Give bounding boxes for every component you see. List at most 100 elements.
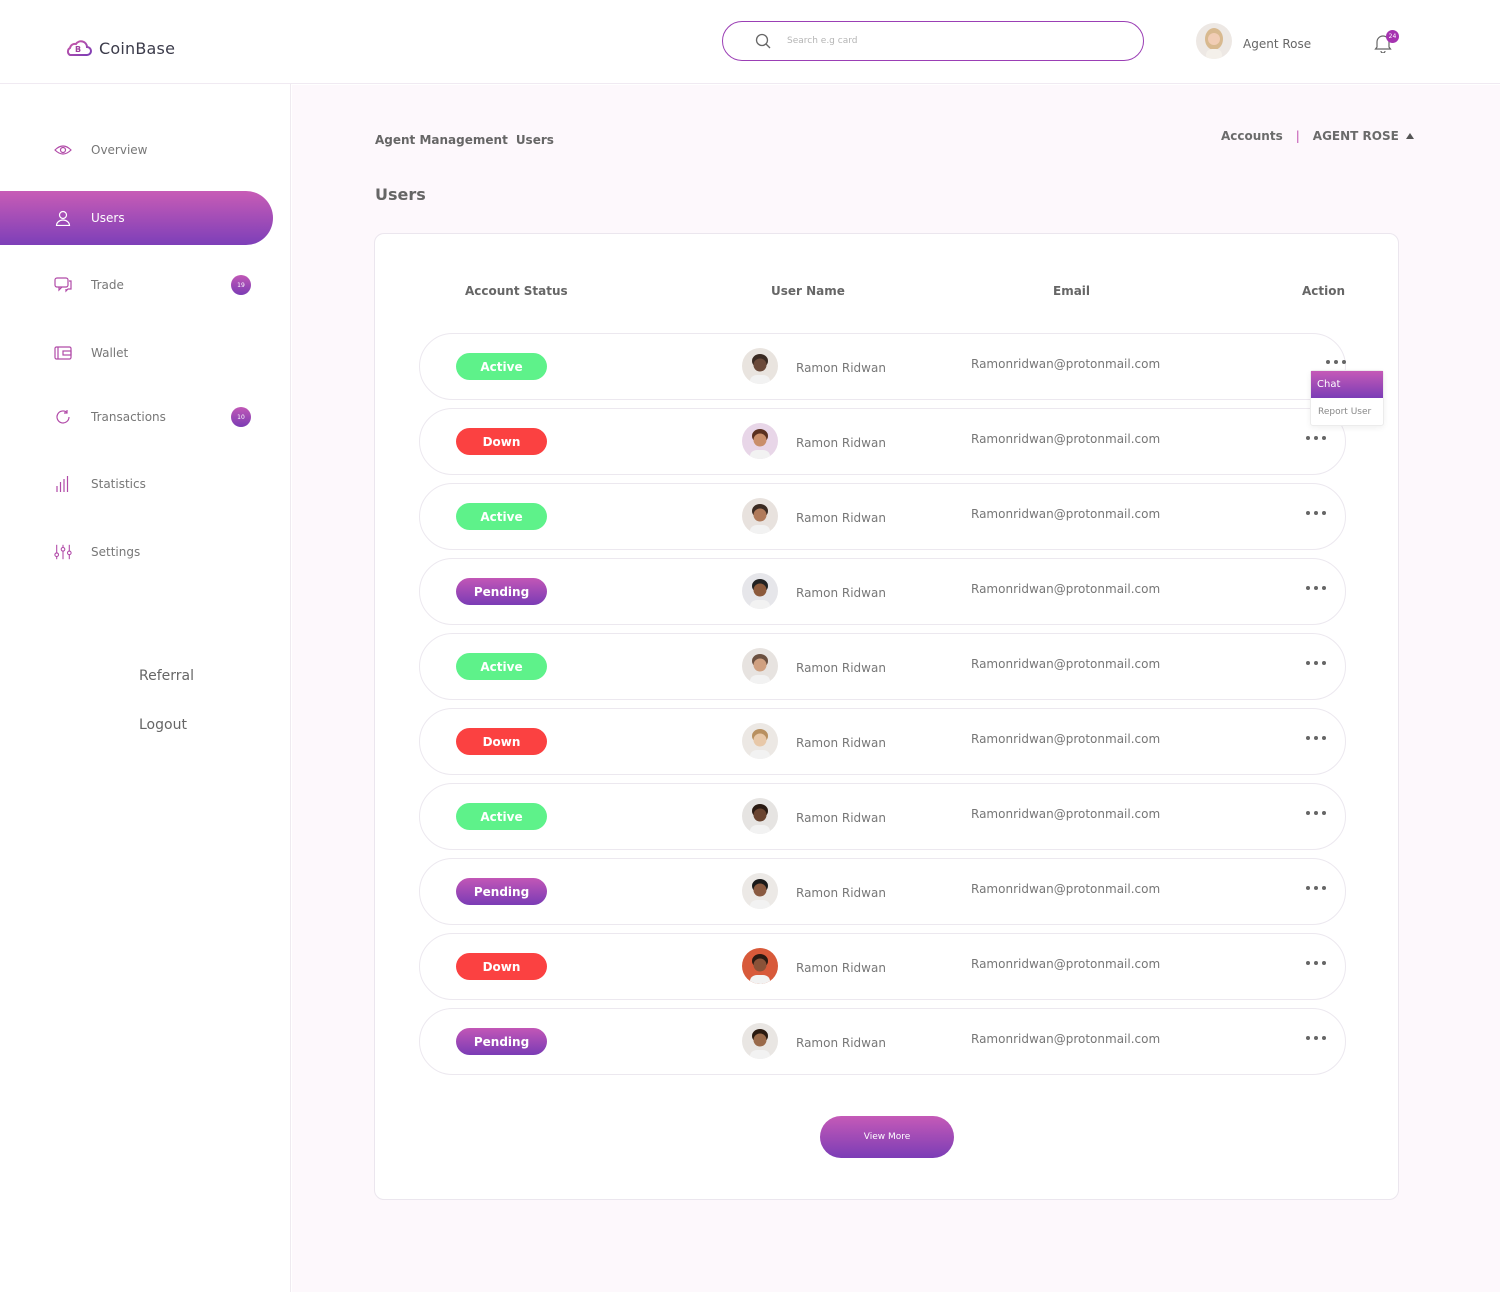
column-header-email: Email [1053,284,1091,298]
more-options-icon[interactable] [1306,807,1326,819]
sidebar-item-label: Statistics [91,477,146,491]
page-title: Users [375,185,426,204]
profile-avatar [1196,23,1232,59]
sidebar: Overview Users Trade 19 Wallet Transacti… [0,84,291,1292]
more-options-icon[interactable] [1306,1032,1326,1044]
avatar [742,873,778,909]
sidebar-item-settings[interactable]: Settings [0,525,273,579]
divider: | [1295,129,1300,143]
user-name: Ramon Ridwan [796,961,886,975]
avatar [742,723,778,759]
status-badge: Down [456,953,547,980]
search-icon [755,32,773,50]
more-options-icon[interactable] [1306,882,1326,894]
avatar [742,948,778,984]
sidebar-item-label: Users [91,211,125,225]
report-user-menu-item[interactable]: Report User [1311,398,1383,425]
view-more-button[interactable]: View More [820,1116,954,1158]
more-options-icon[interactable] [1326,356,1346,368]
status-badge: Pending [456,878,547,905]
user-email: Ramonridwan@protonmail.com [971,357,1161,371]
breadcrumb: Agent Management Users [375,133,554,147]
user-email: Ramonridwan@protonmail.com [971,732,1161,746]
user-email: Ramonridwan@protonmail.com [971,882,1161,896]
notifications-button[interactable]: 24 [1374,30,1399,55]
logout-link[interactable]: Logout [139,717,187,733]
status-badge: Active [456,353,547,380]
user-icon [54,209,72,227]
agent-menu[interactable]: AGENT ROSE [1313,129,1399,143]
avatar [742,798,778,834]
more-options-icon[interactable] [1306,657,1326,669]
avatar [742,423,778,459]
sidebar-item-overview[interactable]: Overview [0,123,273,177]
caret-up-icon[interactable] [1405,133,1414,139]
table-row[interactable]: Pending Ramon Ridwan Ramonridwan@protonmai… [419,858,1346,925]
table-row[interactable]: Active Ramon Ridwan Ramonridwan@protonmail… [419,483,1346,550]
user-name: Ramon Ridwan [796,661,886,675]
chat-icon [54,276,72,294]
column-header-action: Action [1302,284,1346,298]
sidebar-item-label: Settings [91,545,141,559]
users-table-card: Account Status User Name Email Action Ac… [374,233,1399,1200]
table-row[interactable]: Down Ramon Ridwan Ramonridwan@protonmail.c… [419,708,1346,775]
table-row[interactable]: Down Ramon Ridwan Ramonridwan@protonmail.c… [419,933,1346,1000]
user-name: Ramon Ridwan [796,886,886,900]
profile-name: Agent Rose [1243,37,1312,51]
table-row[interactable]: Active Ramon Ridwan Ramonridwan@protonmail… [419,783,1346,850]
coinbase-logo-icon: B [63,34,93,62]
sidebar-item-transactions[interactable]: Transactions 10 [0,390,273,444]
user-name: Ramon Ridwan [796,511,886,525]
status-badge: Active [456,653,547,680]
accounts-link[interactable]: Accounts [1221,129,1283,143]
more-options-icon[interactable] [1306,957,1326,969]
user-name: Ramon Ridwan [796,586,886,600]
table-row[interactable]: Active Ramon Ridwan Ramonridwan@protonmail… [419,333,1346,400]
more-options-icon[interactable] [1306,582,1326,594]
column-header-name: User Name [771,284,845,298]
referral-link[interactable]: Referral [139,668,194,684]
table-row[interactable]: Pending Ramon Ridwan Ramonridwan@protonmai… [419,558,1346,625]
sidebar-item-statistics[interactable]: Statistics [0,457,273,511]
sidebar-item-wallet[interactable]: Wallet [0,326,273,380]
sidebar-item-label: Transactions [91,410,166,424]
chat-menu-item[interactable]: Chat [1311,371,1383,398]
account-links: Accounts | AGENT ROSE [1221,129,1414,143]
more-options-icon[interactable] [1306,732,1326,744]
brand-logo[interactable]: B CoinBase [63,34,175,62]
transactions-count-badge: 10 [231,407,251,427]
more-options-icon[interactable] [1306,432,1326,444]
user-name: Ramon Ridwan [796,811,886,825]
sidebar-item-trade[interactable]: Trade 19 [0,258,273,312]
avatar [742,648,778,684]
svg-text:B: B [75,45,81,54]
user-email: Ramonridwan@protonmail.com [971,507,1161,521]
main-content: Agent Management Users Accounts | AGENT … [292,85,1500,1292]
table-row[interactable]: Down Ramon Ridwan Ramonridwan@protonmail.c… [419,408,1346,475]
sidebar-item-label: Wallet [91,346,129,360]
refresh-icon [54,408,72,426]
user-email: Ramonridwan@protonmail.com [971,957,1161,971]
bar-chart-icon [54,475,72,493]
table-row[interactable]: Pending Ramon Ridwan Ramonridwan@protonmai… [419,1008,1346,1075]
search-input[interactable] [787,36,1087,46]
user-name: Ramon Ridwan [796,1036,886,1050]
user-name: Ramon Ridwan [796,736,886,750]
eye-icon [54,141,72,159]
user-email: Ramonridwan@protonmail.com [971,657,1161,671]
avatar [742,498,778,534]
user-profile[interactable]: Agent Rose [1196,23,1311,59]
user-email: Ramonridwan@protonmail.com [971,432,1161,446]
user-name: Ramon Ridwan [796,361,886,375]
status-badge: Down [456,428,547,455]
table-row[interactable]: Active Ramon Ridwan Ramonridwan@protonmail… [419,633,1346,700]
sidebar-item-label: Trade [91,278,124,292]
status-badge: Pending [456,578,547,605]
sidebar-item-users[interactable]: Users [0,191,273,245]
row-action-menu: Chat Report User [1310,370,1384,426]
breadcrumb-section[interactable]: Agent Management [375,133,508,147]
search-bar[interactable] [722,21,1144,61]
wallet-icon [54,344,72,362]
more-options-icon[interactable] [1306,507,1326,519]
user-email: Ramonridwan@protonmail.com [971,807,1161,821]
